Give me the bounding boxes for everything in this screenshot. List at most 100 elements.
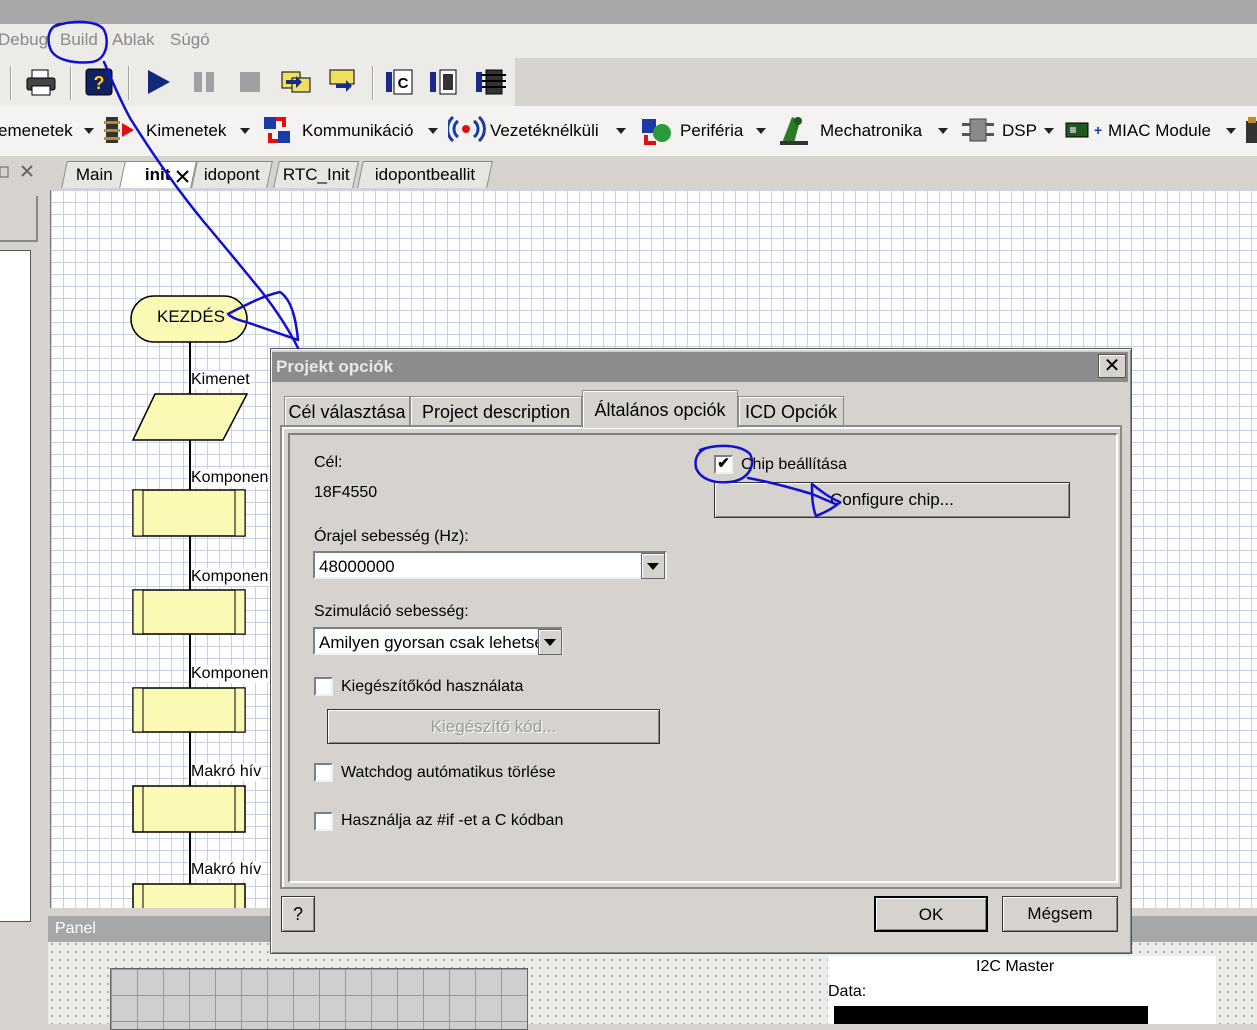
tab-rtc-init[interactable]: RTC_Init bbox=[273, 161, 359, 188]
flow-label-component-3: Komponen bbox=[191, 665, 269, 683]
close-icon[interactable] bbox=[174, 168, 192, 186]
document-tabs: Main init idopont RTC_Init idopontbealli… bbox=[48, 156, 1257, 190]
i2c-data-display bbox=[834, 1006, 1148, 1024]
toolbar: ? C bbox=[0, 58, 515, 107]
left-dock-content bbox=[0, 250, 31, 922]
comp-communication[interactable]: Kommunikáció bbox=[302, 121, 414, 141]
menu-sugo[interactable]: Súgó bbox=[170, 30, 210, 50]
target-label: Cél: bbox=[314, 454, 343, 471]
more-components-icon[interactable] bbox=[1244, 113, 1257, 147]
left-dock-frame bbox=[0, 196, 38, 242]
tab-main[interactable]: Main bbox=[61, 161, 127, 188]
tab-idopont[interactable]: idopont bbox=[191, 161, 273, 188]
sim-speed-label: Szimuláció sebesség: bbox=[314, 603, 469, 620]
flowchart-shapes bbox=[130, 295, 249, 908]
outputs-icon[interactable] bbox=[104, 113, 138, 147]
dsp-icon[interactable] bbox=[960, 113, 994, 147]
print-icon[interactable] bbox=[24, 66, 58, 98]
toolbar-separator bbox=[10, 66, 12, 100]
clock-speed-select[interactable]: 48000000 bbox=[313, 551, 667, 579]
tab-icd-options[interactable]: ICD Opciók bbox=[738, 396, 844, 427]
lcd-grid bbox=[110, 968, 528, 1030]
watchdog-checkbox[interactable] bbox=[314, 763, 333, 782]
cancel-button[interactable]: Mégsem bbox=[1002, 896, 1118, 932]
mechatronics-icon[interactable] bbox=[778, 113, 812, 147]
window-title-bar bbox=[0, 0, 1257, 24]
flow-label-macro-1: Makró hív bbox=[191, 763, 262, 781]
icon-c[interactable]: C bbox=[382, 66, 416, 98]
chevron-down-icon[interactable] bbox=[616, 128, 626, 134]
component-block-3 bbox=[132, 687, 246, 733]
left-dock-header bbox=[0, 158, 44, 184]
flow-label-output: Kimenet bbox=[191, 371, 250, 389]
supp-code-button[interactable]: Kiegészítő kód... bbox=[327, 709, 660, 744]
clock-speed-label: Órajel sebesség (Hz): bbox=[314, 528, 469, 545]
dialog-close-button[interactable]: ✕ bbox=[1098, 354, 1126, 378]
miac-icon[interactable]: + bbox=[1064, 113, 1102, 147]
target-value: 18F4550 bbox=[314, 484, 378, 501]
ifdef-checkbox[interactable] bbox=[314, 812, 333, 831]
menu-ablak[interactable]: Ablak bbox=[112, 30, 155, 50]
tab-target-selection[interactable]: Cél választása bbox=[284, 396, 410, 427]
sim-speed-value: Amilyen gyorsan csak lehetség bbox=[319, 633, 554, 652]
comp-mechatronics[interactable]: Mechatronika bbox=[820, 121, 922, 141]
tab-project-description[interactable]: Project description bbox=[410, 396, 582, 427]
chip-config-label[interactable]: Chip beállítása bbox=[741, 456, 847, 474]
panel-title: Panel bbox=[55, 920, 96, 937]
comp-wireless[interactable]: Vezetéknélküli bbox=[490, 121, 599, 141]
toolbar-separator bbox=[128, 66, 130, 100]
menu-bar: Debug Build Ablak Súgó bbox=[0, 24, 1257, 58]
comp-miac[interactable]: MIAC Module bbox=[1108, 121, 1211, 141]
macro-call-block-1 bbox=[132, 785, 246, 833]
chevron-down-icon[interactable] bbox=[428, 128, 438, 134]
pause-icon[interactable] bbox=[188, 66, 222, 98]
supp-code-label[interactable]: Kiegészítőkód használata bbox=[341, 678, 523, 696]
tab-general-options[interactable]: Általános opciók bbox=[582, 390, 738, 428]
chevron-down-icon[interactable] bbox=[641, 553, 665, 579]
dialog-title-bar[interactable] bbox=[272, 352, 1128, 382]
chevron-down-icon[interactable] bbox=[1044, 128, 1054, 134]
communication-icon[interactable] bbox=[260, 113, 294, 147]
toolbar-separator bbox=[70, 66, 72, 100]
peripheral-icon[interactable] bbox=[638, 113, 672, 147]
comp-inputs[interactable]: emenetek bbox=[0, 121, 73, 141]
icon-chip[interactable] bbox=[428, 66, 462, 98]
dialog-title: Projekt opciók bbox=[276, 357, 394, 376]
menu-debug[interactable]: Debug bbox=[0, 30, 48, 50]
watchdog-label[interactable]: Watchdog autómatikus törlése bbox=[341, 764, 556, 782]
icon-chip-2[interactable] bbox=[474, 66, 508, 98]
comp-dsp[interactable]: DSP bbox=[1002, 121, 1037, 141]
comp-peripheral[interactable]: Periféria bbox=[680, 121, 743, 141]
chevron-down-icon[interactable] bbox=[1226, 128, 1236, 134]
step-over-icon[interactable] bbox=[326, 66, 360, 98]
chevron-down-icon[interactable] bbox=[84, 128, 94, 134]
comp-outputs[interactable]: Kimenetek bbox=[146, 121, 226, 141]
sim-speed-select[interactable]: Amilyen gyorsan csak lehetség bbox=[313, 627, 563, 655]
start-label: KEZDÉS bbox=[157, 307, 226, 326]
configure-chip-button[interactable]: Configure chip... bbox=[714, 482, 1070, 518]
svg-text:C: C bbox=[398, 75, 409, 92]
tab-idopontbeallit[interactable]: idopontbeallit bbox=[357, 161, 493, 188]
help-button[interactable]: ? bbox=[281, 896, 315, 932]
ifdef-label[interactable]: Használja az #if -et a C kódban bbox=[341, 812, 563, 830]
stop-icon[interactable] bbox=[234, 66, 268, 98]
chip-config-checkbox[interactable]: ✔ bbox=[714, 455, 733, 474]
menu-build[interactable]: Build bbox=[60, 30, 98, 50]
chevron-down-icon[interactable] bbox=[538, 629, 562, 655]
clock-speed-value: 48000000 bbox=[319, 557, 395, 576]
macro-call-block-2 bbox=[132, 883, 246, 908]
chevron-down-icon[interactable] bbox=[756, 128, 766, 134]
compile-icon[interactable]: ? bbox=[82, 66, 116, 98]
svg-text:?: ? bbox=[94, 73, 105, 93]
supp-code-checkbox[interactable] bbox=[314, 677, 333, 696]
step-into-icon[interactable] bbox=[280, 66, 314, 98]
wireless-icon[interactable] bbox=[446, 113, 486, 147]
toolbar-separator bbox=[372, 66, 374, 100]
svg-text:+: + bbox=[1094, 122, 1102, 138]
ok-button[interactable]: OK bbox=[874, 896, 988, 932]
flow-label-component-1: Komponen bbox=[191, 469, 269, 487]
chevron-down-icon[interactable] bbox=[938, 128, 948, 134]
run-icon[interactable] bbox=[142, 66, 176, 98]
chevron-down-icon[interactable] bbox=[240, 128, 250, 134]
i2c-title: I2C Master bbox=[976, 958, 1055, 975]
